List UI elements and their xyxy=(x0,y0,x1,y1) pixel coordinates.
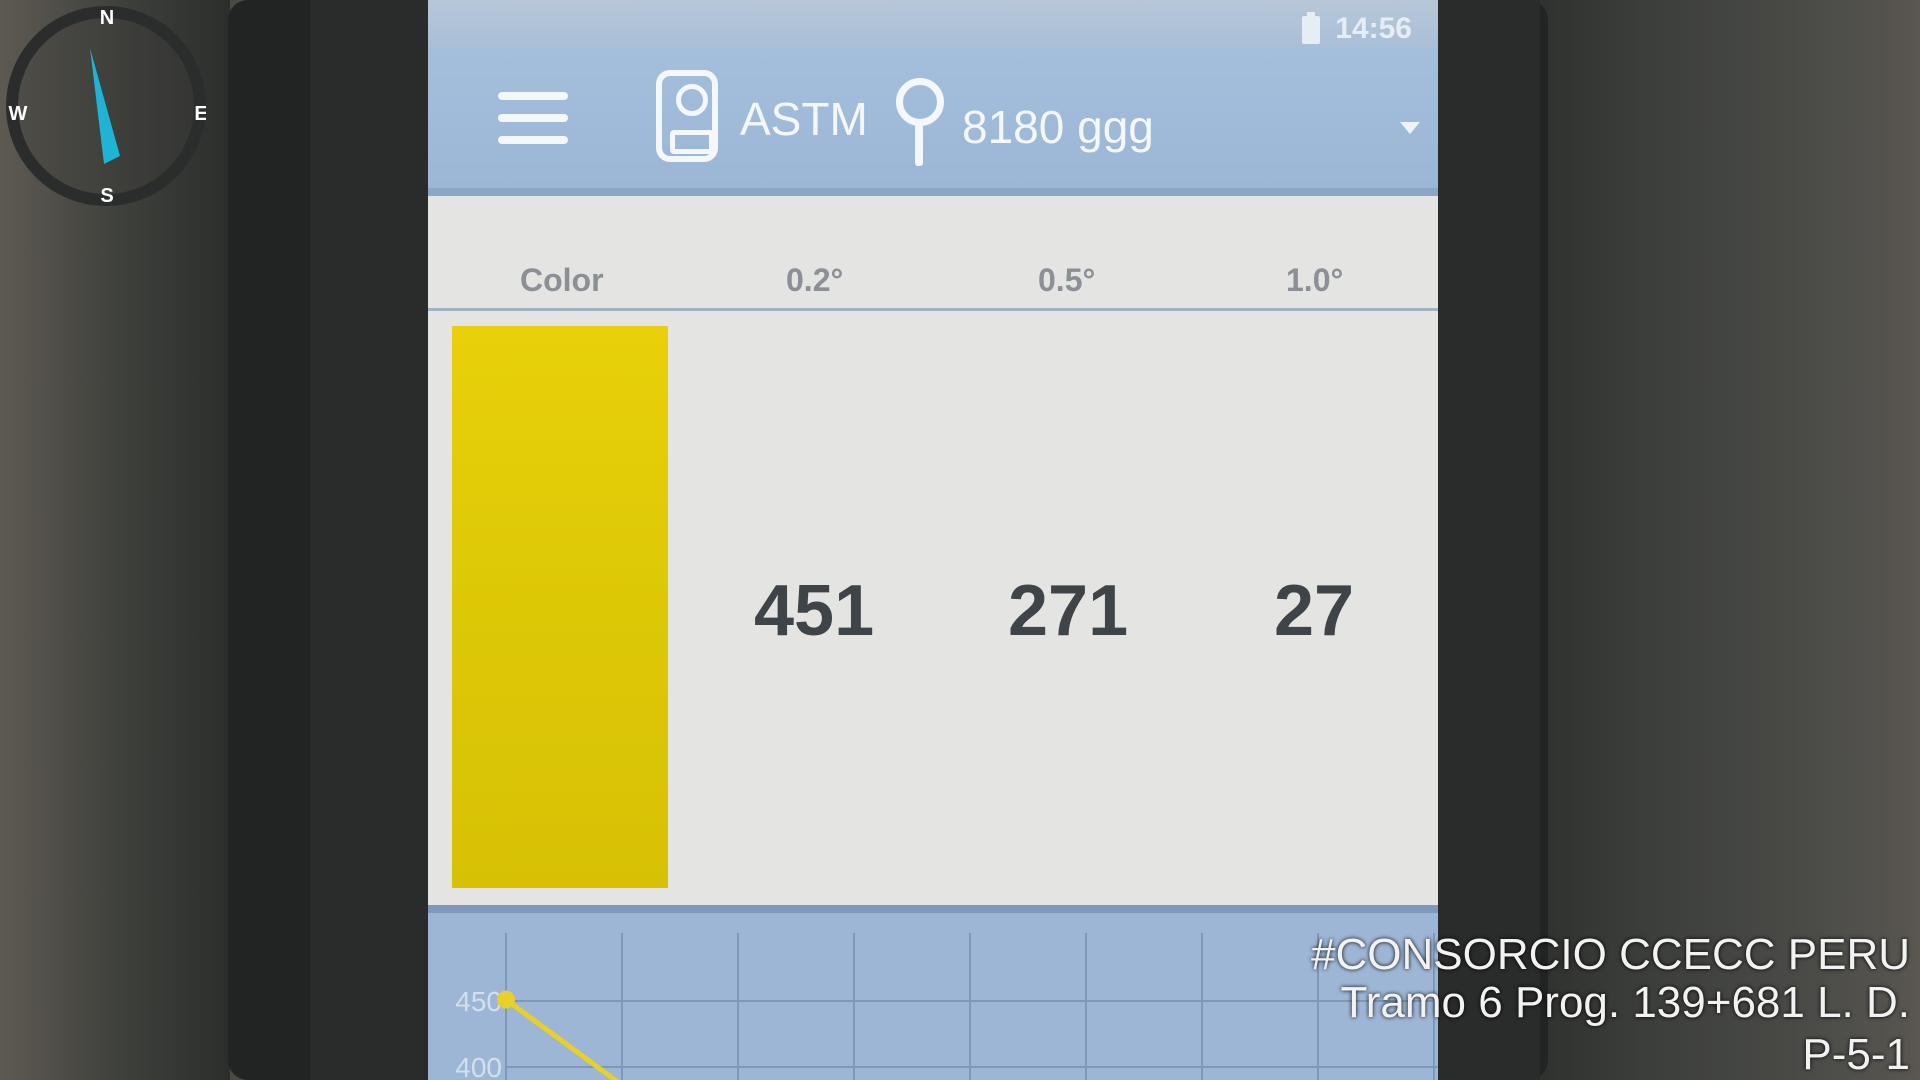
watermark-line-2: Tramo 6 Prog. 139+681 L. D. xyxy=(1340,978,1910,1027)
reading-1-0-deg: 27 xyxy=(1274,571,1355,651)
watermark-line-1: #CONSORCIO CCECC PERU xyxy=(1311,930,1910,979)
watermark-line-3: P-5-1 xyxy=(1802,1030,1910,1079)
compass-overlay: N S E W xyxy=(6,6,206,206)
column-header-1-0-deg: 1.0° xyxy=(1286,262,1344,298)
hamburger-menu-icon[interactable] xyxy=(498,92,568,144)
location-pin-icon xyxy=(894,78,944,168)
chevron-down-icon[interactable] xyxy=(1400,122,1420,134)
column-header-0-5-deg: 0.5° xyxy=(1038,262,1096,298)
chart-y-tick-label: 400 xyxy=(455,1052,502,1080)
trend-chart-svg: 450 400 xyxy=(455,933,1438,1080)
compass-south-label: S xyxy=(100,185,113,206)
compass-east-label: E xyxy=(194,103,206,125)
column-header-color: Color xyxy=(520,262,604,298)
chart-y-tick-label: 450 xyxy=(455,986,502,1017)
standard-label: ASTM xyxy=(740,93,868,145)
status-time: 14:56 xyxy=(1335,12,1412,45)
chart-data-point xyxy=(497,990,515,1009)
column-header-0-2-deg: 0.2° xyxy=(786,262,844,298)
color-swatch-yellow xyxy=(452,326,668,888)
retroreflectometer-icon xyxy=(656,70,718,162)
reading-0-5-deg: 271 xyxy=(1008,571,1129,651)
trend-chart: 450 400 xyxy=(428,905,1438,1080)
battery-icon xyxy=(1302,12,1320,44)
compass-west-label: W xyxy=(9,103,28,125)
location-label[interactable]: 8180 ggg xyxy=(962,100,1154,154)
header-divider xyxy=(428,308,1438,311)
app-bar: ASTM 8180 ggg xyxy=(428,48,1438,196)
status-bar: 14:56 xyxy=(428,0,1438,48)
reading-0-2-deg: 451 xyxy=(754,571,875,651)
compass-north-label: N xyxy=(100,7,114,29)
background-right xyxy=(1500,0,1920,1080)
device-screen: 14:56 ASTM 8180 ggg Color 0.2° 0.5° 1.0°… xyxy=(428,0,1438,1080)
